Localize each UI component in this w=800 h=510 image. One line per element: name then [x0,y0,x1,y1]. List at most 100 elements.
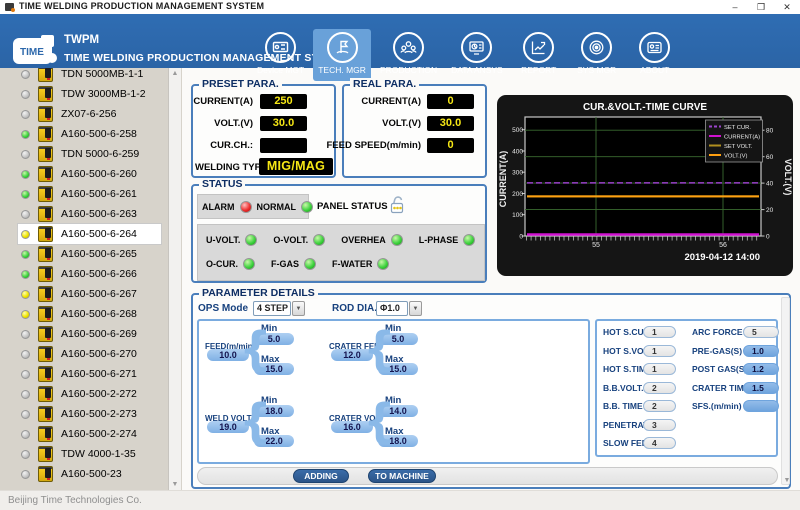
welding-machine-icon [38,86,53,102]
nav-production[interactable]: PRODUCTION [375,29,442,81]
sidebar-device-item[interactable]: TDW 3000MB-1-2 [18,84,161,104]
device-name: A160-500-2-273 [61,408,137,420]
welding-machine-icon [38,266,53,282]
nav-about[interactable]: ABOUT [628,29,682,81]
param-value-pill[interactable]: 2 [643,400,676,412]
close-button[interactable]: ✕ [774,0,800,14]
sidebar-device-item[interactable]: A160-500-2-274 [18,424,161,444]
nav-sys-mgr[interactable]: SYS MGR [570,29,624,81]
scroll-down-icon[interactable]: ▼ [781,477,793,484]
nav-device-mgt[interactable]: Device MGT [252,29,309,81]
sidebar-device-item[interactable]: A160-500-6-264 [18,224,161,244]
status-indicator: F-WATER [332,258,389,270]
preset-current-label: CURRENT(A) [193,96,253,107]
real-volt-label: VOLT.(V) [382,118,421,129]
welding-machine-icon [38,366,53,382]
ops-mode-dropdown[interactable]: 4 STEP ▼ [253,301,305,316]
param-value-pill[interactable]: 5 [743,326,779,338]
sidebar-device-item[interactable]: ZX07-6-256 [18,104,161,124]
indicator-label: OVERHEA [341,235,386,245]
sidebar-device-item[interactable]: A160-500-6-265 [18,244,161,264]
parameter-details-title: PARAMETER DETAILS [199,287,318,299]
ops-mode-value: 4 STEP [253,301,291,316]
sidebar-device-item[interactable]: TDW 4000-1-35 [18,444,161,464]
device-status-led [21,430,30,439]
sidebar-device-item[interactable]: A160-500-6-270 [18,344,161,364]
parameter-details-panel: PARAMETER DETAILS OPS Mode 4 STEP ▼ ROD … [191,293,791,489]
svg-text:TIME: TIME [20,47,44,58]
sidebar-device-item[interactable]: A160-500-6-271 [18,364,161,384]
rod-dia-dropdown[interactable]: Φ1.0 ▼ [376,301,422,316]
alarm-led [240,201,252,213]
nav-label: PRODUCTION [380,65,437,75]
window-title: TIME WELDING PRODUCTION MANAGEMENT SYSTE… [19,1,264,11]
param-range-group: Min5.0CRATER FEED(m/min)12.0Max15.0{ [329,326,451,384]
param-value-pill[interactable]: 3 [643,419,676,431]
device-name: A160-500-2-274 [61,428,137,440]
device-name: A160-500-6-267 [61,288,137,300]
chevron-down-icon[interactable]: ▼ [409,301,422,316]
param-value-pill[interactable]: 1.2 [743,363,779,375]
status-indicator: O-CUR. [206,258,255,270]
sidebar-device-item[interactable]: A160-500-23 [18,464,161,484]
param-value-pill[interactable]: 1.5 [743,382,779,394]
chart-title: CUR.&VOLT.-TIME CURVE [583,102,707,113]
device-name: TDW 4000-1-35 [61,448,136,460]
svg-text:VOLT.(V): VOLT.(V) [724,154,747,160]
sidebar-device-item[interactable]: A160-500-6-263 [18,204,161,224]
sidebar-device-item[interactable]: A160-500-6-261 [18,184,161,204]
sidebar-device-item[interactable]: A160-500-6-258 [18,124,161,144]
indicator-led [243,258,255,270]
scroll-down-icon[interactable]: ▼ [169,481,181,488]
time-logo: TIME [12,34,58,71]
welding-machine-icon [38,186,53,202]
indicator-led [313,234,325,246]
brace-glyph: { [363,392,396,450]
sidebar-device-item[interactable]: A160-500-6-269 [18,324,161,344]
device-name: A160-500-2-272 [61,388,137,400]
adding-button[interactable]: ADDING [293,469,349,483]
sidebar-device-item[interactable]: A160-500-6-260 [18,164,161,184]
param-value-pill[interactable]: 2 [643,382,676,394]
to-machine-button[interactable]: TO MACHINE [368,469,436,483]
sidebar-device-item[interactable]: TDN 5000MB-1-1 [18,68,161,84]
rod-dia-value: Φ1.0 [376,301,408,316]
chart-legend: SET CUR. CURRENT(A) SET VOLT. VOLT.(V) [706,120,763,162]
sidebar-device-item[interactable]: A160-500-6-268 [18,304,161,324]
sidebar-device-item[interactable]: A160-500-2-272 [18,384,161,404]
status-indicator: L-PHASE [419,234,476,246]
nav-report[interactable]: REPORT [512,29,566,81]
param-value-pill[interactable]: 1 [643,326,676,338]
preset-volt-label: VOLT.(V) [214,118,253,129]
sidebar-device-item[interactable]: TDN 5000-6-259 [18,144,161,164]
rod-dia-label: ROD DIA. [332,303,377,314]
device-status-led [21,210,30,219]
param-value-pill[interactable] [743,400,779,412]
app-icon [5,3,14,11]
indicator-box: U-VOLT.O-VOLT.OVERHEAL-PHASE O-CUR.F-GAS… [197,224,485,281]
device-name: TDN 5000-6-259 [61,148,139,160]
nav-tech-mgr[interactable]: TECH. MGR [313,29,371,81]
brace-glyph: { [239,320,272,378]
scroll-up-icon[interactable]: ▲ [169,70,181,77]
device-name: A160-500-6-266 [61,268,137,280]
nav-data-ansys[interactable]: DATA ANSYS [446,29,508,81]
sidebar-scrollbar[interactable]: ▲ ▼ [168,68,181,490]
device-status-led [21,470,30,479]
preset-para-title: PRESET PARA. [199,78,282,90]
indicator-label: F-GAS [271,259,299,269]
param-value-pill[interactable]: 1 [643,363,676,375]
minimize-button[interactable]: – [722,0,748,14]
svg-text:0: 0 [766,233,770,240]
sidebar-device-item[interactable]: A160-500-6-267 [18,284,161,304]
param-value-pill[interactable]: 4 [643,437,676,449]
sidebar-device-item[interactable]: A160-500-6-266 [18,264,161,284]
parameter-scrollbar[interactable]: ▼ [781,297,790,485]
param-value-pill[interactable]: 1 [643,345,676,357]
param-value-pill[interactable]: 1.0 [743,345,779,357]
chevron-down-icon[interactable]: ▼ [292,301,305,316]
sidebar-device-item[interactable]: A160-500-2-273 [18,404,161,424]
preset-curch-value [260,138,307,153]
svg-text:SET CUR.: SET CUR. [724,125,751,131]
maximize-button[interactable]: ❒ [748,0,774,14]
